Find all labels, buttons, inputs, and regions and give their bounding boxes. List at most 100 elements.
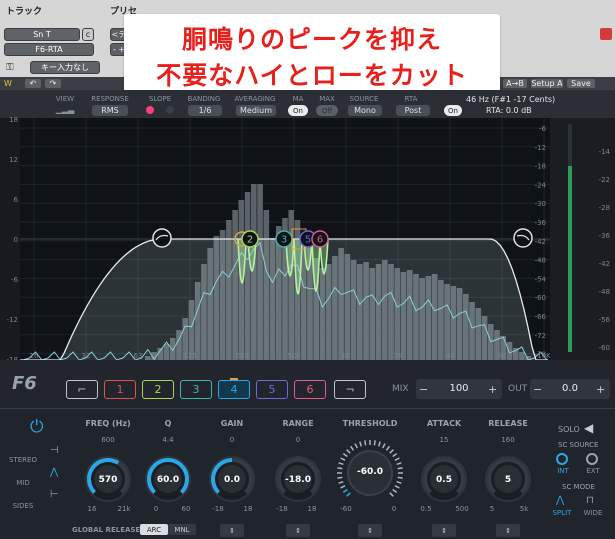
sc-int-radio[interactable]: [556, 453, 568, 465]
threshold-tick: [394, 457, 400, 461]
out-increment-button[interactable]: +: [596, 383, 608, 396]
undo-button[interactable]: ↶: [24, 78, 42, 89]
setup-button[interactable]: Setup A: [530, 78, 564, 89]
db-mid-label: -48: [535, 257, 546, 265]
close-icon[interactable]: [600, 28, 612, 40]
band-button-3[interactable]: 3: [180, 380, 212, 399]
db-mid-label: -36: [535, 219, 547, 227]
band-button-2[interactable]: 2: [142, 380, 174, 399]
source-select[interactable]: Mono: [348, 105, 382, 116]
highcut-button[interactable]: ¬: [334, 380, 366, 399]
gain-knob[interactable]: 0.0: [212, 475, 252, 485]
release-knob[interactable]: 5: [488, 475, 528, 485]
ma-toggle[interactable]: On: [288, 105, 308, 116]
db-mid-label: -6: [539, 125, 547, 133]
split-label: SPLIT: [552, 509, 572, 517]
threshold-tick: [364, 440, 367, 446]
arc-button[interactable]: ARC: [140, 524, 168, 535]
db-mid-label: -72: [535, 332, 546, 340]
banner-line-2: 不要なハイとローをカット: [156, 61, 468, 90]
track-label: トラック: [6, 7, 43, 17]
rta-toggle[interactable]: On: [444, 105, 462, 116]
db-mid-label: -30: [535, 200, 546, 208]
db-mid-label: -60: [535, 294, 546, 302]
attack-knob[interactable]: 0.5: [424, 475, 464, 485]
max-toggle[interactable]: Off: [316, 105, 338, 116]
freq-knob[interactable]: 570: [88, 475, 128, 485]
mix-increment-button[interactable]: +: [488, 383, 500, 396]
gain-max: 18: [243, 505, 253, 513]
split-mode-icon[interactable]: ⋀: [556, 495, 570, 507]
threshold-knob[interactable]: -60.0: [350, 467, 390, 477]
ab-copy-button[interactable]: A→B: [502, 78, 528, 89]
threshold-stepper[interactable]: ⇕: [358, 524, 382, 537]
lowcut-button[interactable]: ⌐: [66, 380, 98, 399]
threshold-tick: [392, 488, 398, 494]
threshold-tick: [337, 467, 343, 470]
track-group-button[interactable]: c: [82, 28, 94, 41]
slope-dot-a[interactable]: [146, 106, 154, 114]
range-min: -18: [276, 505, 288, 513]
eq-graph[interactable]: 2 3 5 6 16 32 63 125 250 500 1K 2K 4K 8K 16K -6 -12…: [20, 118, 551, 361]
eq-graph-svg: 2 3 5 6 16 32 63 125 250 500 1K 2K 4K 8K 16K -6-12…: [20, 118, 551, 361]
range-max: 18: [307, 505, 317, 513]
db-left-label: 18: [9, 116, 18, 124]
max-label: MAX: [319, 95, 335, 103]
band-button-6[interactable]: 6: [294, 380, 326, 399]
redo-button[interactable]: ↷: [44, 78, 62, 89]
threshold-tick: [337, 476, 343, 479]
attack-stepper[interactable]: ⇕: [432, 524, 456, 537]
slope-dot-b[interactable]: [166, 106, 174, 114]
save-button[interactable]: Save: [566, 78, 596, 89]
global-release-label: GLOBAL RELEASE: [72, 526, 141, 534]
rta-readout: RTA: 0.0 dB: [486, 106, 532, 115]
mix-value[interactable]: 100: [436, 383, 482, 394]
q-min: 0: [153, 505, 159, 513]
highpass-icon: ⌐: [77, 383, 87, 396]
out-decrement-button[interactable]: −: [533, 383, 547, 396]
averaging-select[interactable]: Medium: [236, 105, 276, 116]
response-label: RESPONSE: [91, 95, 129, 103]
sc-ext-radio[interactable]: [586, 453, 598, 465]
threshold-max: 0: [391, 505, 397, 513]
db-right-label: -48: [598, 288, 610, 296]
db-left-label: -6: [11, 276, 18, 284]
band-button-5[interactable]: 5: [256, 380, 288, 399]
key-input-selector[interactable]: キー入力なし: [30, 61, 100, 74]
band-button-1[interactable]: 1: [104, 380, 136, 399]
db-left-label: 12: [9, 156, 18, 164]
waves-logo-icon: W: [4, 79, 12, 88]
band-button-4[interactable]: 4: [218, 380, 250, 399]
q-knob[interactable]: 60.0: [148, 475, 188, 485]
banding-select[interactable]: 1/6: [188, 105, 222, 116]
db-scale-mid: -6 -12 -18 -24 -30 -36 -42 -48 -54 -60 -66 -72 -78: [535, 125, 547, 359]
rta-mode-select[interactable]: Post: [396, 105, 430, 116]
band-marker-3-label: 3: [281, 235, 287, 246]
threshold-tick: [396, 462, 402, 466]
db-left-label: -12: [6, 316, 18, 324]
mnl-button[interactable]: MNL: [168, 524, 196, 535]
speaker-icon[interactable]: ◀: [584, 421, 598, 435]
freq-min: 16: [87, 505, 97, 513]
lowpass-icon: ¬: [345, 383, 355, 396]
gain-stepper[interactable]: ⇕: [220, 524, 244, 537]
gain-min: -18: [212, 505, 224, 513]
view-icon[interactable]: ▁▂▃: [50, 105, 80, 115]
db-right-label: -14: [598, 148, 610, 156]
db-mid-label: -42: [535, 238, 546, 246]
plugin-selector[interactable]: F6-RTA: [4, 43, 94, 56]
wide-mode-icon[interactable]: ⊓: [586, 495, 600, 507]
mix-decrement-button[interactable]: −: [419, 383, 433, 396]
release-stepper[interactable]: ⇕: [496, 524, 520, 537]
out-value[interactable]: 0.0: [548, 383, 592, 394]
range-stepper[interactable]: ⇕: [286, 524, 310, 537]
range-knob[interactable]: -18.0: [278, 475, 318, 485]
threshold-tick: [373, 440, 376, 446]
ext-label: EXT: [586, 467, 600, 475]
freq-readout: 46 Hz (F#1 -17 Cents): [466, 95, 556, 104]
db-mid-label: -54: [535, 275, 547, 283]
track-selector[interactable]: Sn T: [4, 28, 80, 41]
response-select[interactable]: RMS: [92, 105, 128, 116]
mix-label: MIX: [392, 384, 409, 394]
eq-curve-fill: [20, 239, 550, 360]
